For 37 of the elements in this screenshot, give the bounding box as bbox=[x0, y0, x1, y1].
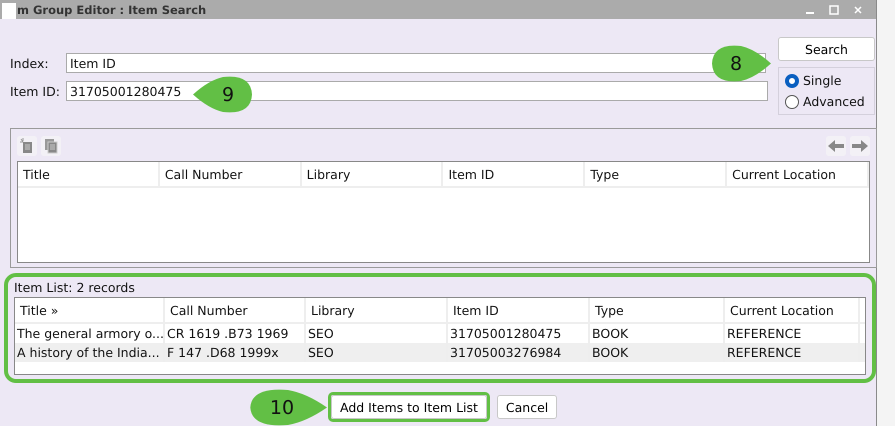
mode-radio[interactable]: Single bbox=[785, 73, 868, 88]
column-header[interactable]: Type bbox=[585, 162, 728, 186]
close-icon[interactable] bbox=[852, 4, 864, 16]
column-header[interactable]: Title bbox=[18, 162, 160, 186]
table-cell: 31705003276984 bbox=[448, 343, 590, 362]
item-id-label: Item ID: bbox=[10, 84, 61, 98]
column-header[interactable]: Type bbox=[590, 298, 725, 322]
window-title: m Group Editor : Item Search bbox=[17, 2, 208, 16]
column-header[interactable]: Call Number bbox=[160, 162, 302, 186]
cancel-button[interactable]: Cancel bbox=[496, 395, 558, 419]
add-record-icon[interactable] bbox=[17, 136, 37, 156]
column-header[interactable]: Title » bbox=[15, 298, 165, 322]
table-cell: F 147 .D68 1999x bbox=[165, 343, 306, 362]
step-callout: 9 bbox=[193, 76, 253, 113]
table-cell: BOOK bbox=[590, 343, 725, 362]
table-cell: REFERENCE bbox=[725, 343, 860, 362]
arrow-right-icon[interactable] bbox=[850, 136, 870, 156]
copy-records-icon[interactable] bbox=[41, 136, 61, 156]
column-header[interactable]: Current Location bbox=[725, 298, 860, 322]
column-header[interactable]: Item ID bbox=[448, 298, 590, 322]
step-callout: 10 bbox=[249, 389, 327, 426]
maximize-icon[interactable] bbox=[828, 4, 840, 16]
table-cell: A history of the India... bbox=[15, 343, 165, 362]
step-callout: 8 bbox=[711, 45, 771, 82]
add-items-button[interactable]: Add Items to Item List bbox=[331, 395, 487, 419]
item-list-title: Item List: 2 records bbox=[14, 280, 136, 297]
arrow-left-icon[interactable] bbox=[826, 136, 846, 156]
index-label: Index: bbox=[10, 56, 50, 70]
app-icon bbox=[0, 0, 17, 19]
column-header[interactable]: Current Location bbox=[727, 162, 869, 186]
search-button[interactable]: Search bbox=[778, 37, 875, 61]
table-cell: SEO bbox=[306, 343, 448, 362]
mode-radio[interactable]: Advanced bbox=[785, 94, 868, 109]
column-header[interactable]: Library bbox=[302, 162, 444, 186]
column-header[interactable]: Call Number bbox=[165, 298, 306, 322]
column-header[interactable]: Library bbox=[306, 298, 448, 322]
column-header[interactable]: Item ID bbox=[443, 162, 586, 186]
